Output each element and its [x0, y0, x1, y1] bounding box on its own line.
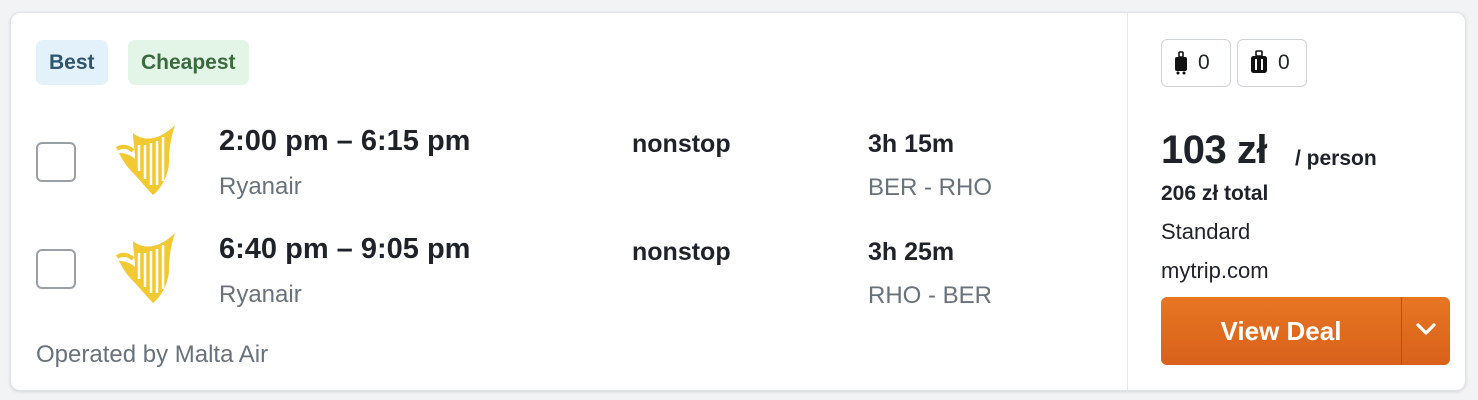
checked-bag-icon — [1250, 50, 1268, 76]
leg-1-duration: 3h 15m — [868, 130, 955, 158]
leg-2-times: 6:40 pm – 9:05 pm — [219, 233, 471, 265]
view-deal-dropdown-button[interactable] — [1402, 297, 1450, 365]
carry-on-bag-count: 0 — [1198, 51, 1210, 74]
leg-1-checkbox[interactable] — [36, 142, 76, 182]
leg-2-checkbox[interactable] — [36, 249, 76, 289]
leg-1-airline: Ryanair — [219, 173, 302, 200]
price-section: 0 0 103 zł / person 206 zł total Standar… — [1128, 13, 1465, 390]
provider-name[interactable]: mytrip.com — [1161, 258, 1269, 284]
leg-2-airline: Ryanair — [219, 281, 302, 308]
fare-class: Standard — [1161, 219, 1251, 244]
leg-1-route: BER - RHO — [868, 174, 993, 201]
view-deal-button[interactable]: View Deal — [1161, 297, 1401, 365]
flight-result-card[interactable]: Best Cheapest 2:00 pm – 6:15 pm Ryanair … — [10, 12, 1466, 391]
carry-on-bag-filter[interactable]: 0 — [1161, 39, 1231, 87]
ryanair-harp-icon — [113, 231, 181, 305]
ryanair-harp-icon — [113, 123, 181, 197]
cheapest-badge: Cheapest — [128, 40, 249, 85]
total-price: 206 zł total — [1161, 182, 1269, 205]
carry-on-bag-icon — [1174, 51, 1188, 75]
chevron-down-icon — [1415, 322, 1437, 341]
leg-2-stops: nonstop — [632, 238, 731, 266]
per-person-label: / person — [1295, 147, 1377, 170]
leg-2-route: RHO - BER — [868, 282, 993, 309]
itinerary-section: Best Cheapest 2:00 pm – 6:15 pm Ryanair … — [11, 13, 1127, 390]
checked-bag-count: 0 — [1278, 51, 1290, 74]
best-badge: Best — [36, 40, 108, 85]
price-per-person: 103 zł — [1161, 128, 1267, 172]
leg-1-times: 2:00 pm – 6:15 pm — [219, 125, 471, 157]
leg-1-stops: nonstop — [632, 130, 731, 158]
leg-2-duration: 3h 25m — [868, 238, 955, 266]
checked-bag-filter[interactable]: 0 — [1237, 39, 1307, 87]
operated-by-text: Operated by Malta Air — [36, 341, 269, 368]
